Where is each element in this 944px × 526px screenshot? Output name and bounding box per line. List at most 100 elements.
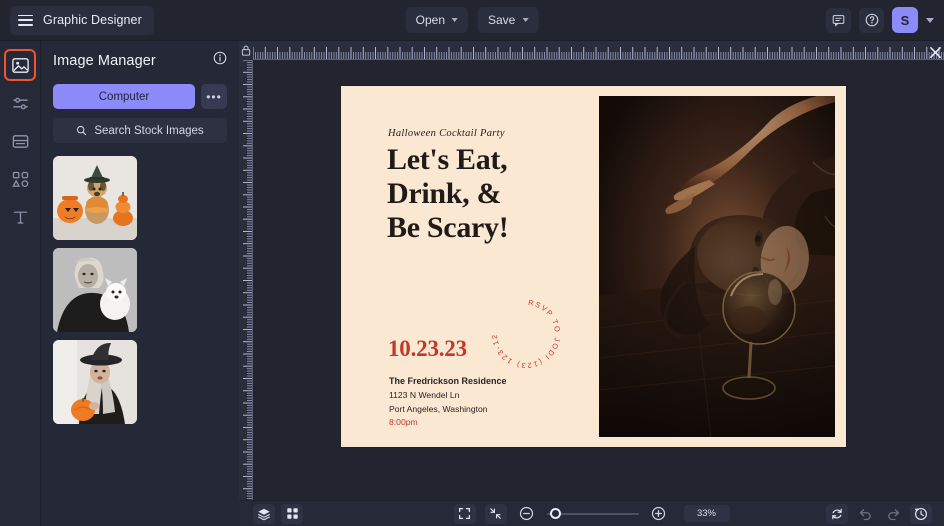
- save-label: Save: [488, 13, 516, 27]
- expand-canvas-button[interactable]: [453, 503, 476, 524]
- sidebar-item-images[interactable]: [4, 49, 36, 81]
- lock-icon: [241, 45, 251, 56]
- open-button[interactable]: Open: [405, 7, 468, 33]
- reset-button[interactable]: [826, 503, 848, 524]
- zoom-slider-track[interactable]: [546, 507, 639, 519]
- fit-to-screen-icon: [490, 508, 501, 519]
- image-icon: [11, 57, 29, 73]
- ruler-vertical[interactable]: [239, 60, 253, 500]
- fit-to-screen-button[interactable]: [484, 503, 507, 524]
- zoom-slider[interactable]: [546, 507, 639, 519]
- design-document[interactable]: Halloween Cocktail Party Let's Eat, Drin…: [341, 86, 846, 447]
- sliders-icon: [12, 97, 28, 109]
- redo-button[interactable]: [882, 504, 904, 524]
- tool-rail: [0, 41, 41, 526]
- info-button[interactable]: [213, 51, 227, 70]
- zoom-in-button[interactable]: [648, 504, 670, 524]
- bottom-bar: 33%: [239, 500, 944, 526]
- zoom-out-icon: [519, 506, 534, 521]
- ruler-horizontal-ticks: [253, 47, 944, 60]
- headline-line-1: Let's Eat,: [387, 143, 508, 176]
- thumbnail-grid: [53, 156, 227, 424]
- canvas-area: Halloween Cocktail Party Let's Eat, Drin…: [239, 41, 944, 526]
- layers-button[interactable]: [253, 503, 275, 524]
- address-line-1: 1123 N Wendel Ln: [389, 389, 460, 400]
- app-title: Graphic Designer: [43, 13, 142, 27]
- zoom-level-input[interactable]: 33%: [683, 505, 730, 522]
- source-buttons: Computer •••: [53, 84, 227, 109]
- computer-upload-button[interactable]: Computer: [53, 84, 195, 109]
- layers-icon: [258, 508, 270, 520]
- search-stock-images-label: Search Stock Images: [94, 124, 204, 137]
- zoom-out-button[interactable]: [516, 504, 538, 524]
- undo-button[interactable]: [854, 504, 876, 524]
- main-menu-button[interactable]: Graphic Designer: [10, 5, 154, 35]
- bottom-bar-left: [253, 503, 303, 524]
- panel-header: Image Manager: [53, 51, 227, 70]
- svg-text:RSVP TO JODI (123) 123-1234: RSVP TO JODI (123) 123-1234: [486, 294, 562, 370]
- sidebar-item-text[interactable]: [6, 203, 34, 231]
- event-time: 8:00pm: [389, 417, 418, 428]
- search-icon: [77, 125, 87, 136]
- rsvp-circular-text[interactable]: RSVP TO JODI (123) 123-1234: [483, 287, 566, 374]
- chevron-down-icon: [522, 18, 529, 22]
- history-controls: [826, 503, 932, 524]
- top-bar-right-actions: S: [826, 7, 934, 33]
- thumbnail-witch-with-pumpkin[interactable]: [53, 340, 137, 424]
- venue-name: The Fredrickson Residence: [389, 376, 507, 386]
- app-window: Graphic Designer Open Save S Image Manag…: [0, 0, 944, 526]
- search-stock-images-button[interactable]: Search Stock Images: [53, 118, 227, 143]
- address-line-2: Port Angeles, Washington: [389, 403, 488, 414]
- image-manager-panel: Image Manager Computer ••• Search Stock …: [41, 41, 239, 526]
- chevron-down-icon[interactable]: [926, 17, 934, 23]
- zoom-in-icon: [651, 506, 666, 521]
- text-icon: [13, 211, 27, 224]
- template-icon: [12, 134, 28, 148]
- thumbnail-image: [53, 340, 137, 424]
- zoom-slider-knob[interactable]: [549, 507, 561, 519]
- top-bar: Graphic Designer Open Save S: [0, 0, 944, 41]
- thumbnail-image: [53, 248, 137, 332]
- close-document-button[interactable]: [927, 44, 943, 60]
- thumbnail-portrait-white-dog[interactable]: [53, 248, 137, 332]
- reset-icon: [832, 508, 842, 519]
- chevron-down-icon: [452, 18, 458, 22]
- sidebar-item-shapes[interactable]: [6, 165, 34, 193]
- thumbnail-dog-halloween-costume[interactable]: [53, 156, 137, 240]
- history-button[interactable]: [910, 503, 932, 524]
- document-photo[interactable]: [599, 96, 835, 437]
- info-icon: [213, 51, 227, 65]
- thumbnail-image: [53, 156, 137, 240]
- undo-icon: [859, 509, 871, 521]
- document-date[interactable]: 10.23.23: [388, 336, 467, 362]
- document-content: Halloween Cocktail Party Let's Eat, Drin…: [341, 86, 846, 447]
- open-label: Open: [415, 13, 445, 27]
- document-kicker[interactable]: Halloween Cocktail Party: [388, 128, 505, 139]
- close-icon: [929, 46, 941, 58]
- help-circle-icon: [865, 13, 878, 27]
- hamburger-icon: [18, 14, 33, 26]
- document-headline[interactable]: Let's Eat, Drink, & Be Scary!: [387, 143, 617, 245]
- canvas-stage[interactable]: Halloween Cocktail Party Let's Eat, Drin…: [253, 60, 944, 500]
- photo-moody-wine-glass: [599, 96, 835, 437]
- expand-icon: [459, 508, 470, 519]
- headline-line-3: Be Scary!: [387, 210, 509, 244]
- document-details[interactable]: The Fredrickson Residence 1123 N Wendel …: [389, 374, 507, 430]
- headline-line-2: Drink, &: [387, 176, 502, 210]
- zoom-controls: 33%: [453, 503, 730, 524]
- grid-icon: [286, 508, 298, 519]
- sidebar-item-adjustments[interactable]: [6, 89, 34, 117]
- ruler-horizontal[interactable]: [253, 41, 944, 60]
- grid-view-button[interactable]: [281, 503, 303, 524]
- comment-icon: [832, 14, 845, 27]
- rsvp-circle-svg: RSVP TO JODI (123) 123-1234: [483, 287, 562, 370]
- help-button[interactable]: [859, 7, 884, 33]
- more-options-button[interactable]: •••: [201, 84, 227, 109]
- save-button[interactable]: Save: [478, 7, 539, 33]
- comment-button[interactable]: [826, 7, 851, 33]
- panel-title: Image Manager: [53, 52, 156, 69]
- sidebar-item-templates[interactable]: [6, 127, 34, 155]
- shapes-icon: [11, 171, 28, 187]
- ruler-lock-button[interactable]: [239, 41, 253, 60]
- avatar[interactable]: S: [892, 7, 918, 33]
